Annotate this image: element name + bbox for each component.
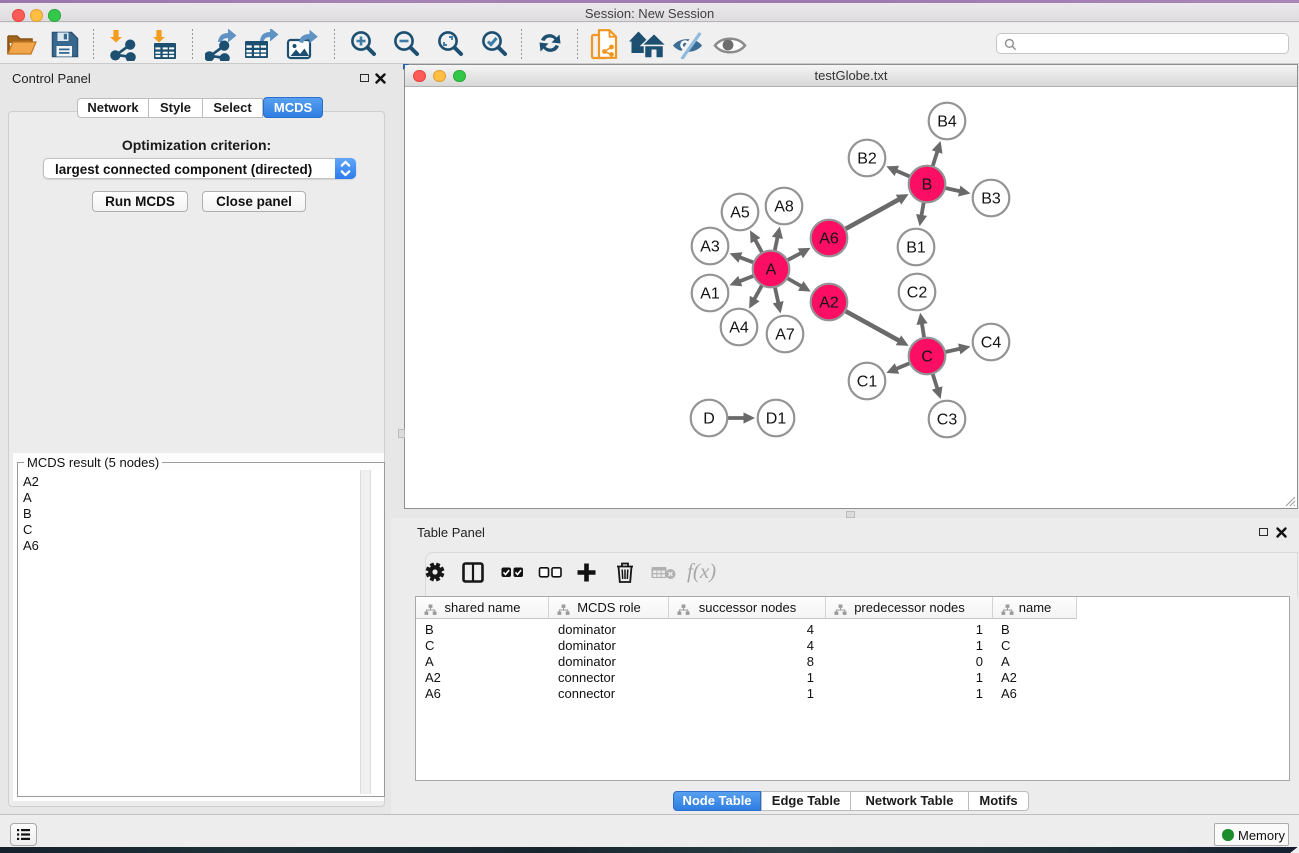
svg-text:C1: C1 bbox=[857, 374, 878, 391]
svg-text:D1: D1 bbox=[766, 411, 787, 428]
svg-text:B2: B2 bbox=[857, 151, 877, 168]
svg-text:C2: C2 bbox=[907, 285, 928, 302]
svg-text:A7: A7 bbox=[775, 327, 795, 344]
svg-text:A2: A2 bbox=[819, 295, 839, 312]
svg-text:B1: B1 bbox=[906, 240, 926, 257]
svg-text:A6: A6 bbox=[819, 231, 839, 248]
svg-text:C: C bbox=[921, 349, 933, 366]
svg-text:C4: C4 bbox=[981, 335, 1002, 352]
svg-text:A3: A3 bbox=[700, 239, 720, 256]
svg-text:A5: A5 bbox=[730, 205, 750, 222]
svg-text:A8: A8 bbox=[774, 199, 794, 216]
svg-text:C3: C3 bbox=[937, 412, 958, 429]
svg-text:D: D bbox=[703, 411, 715, 428]
svg-text:A1: A1 bbox=[700, 286, 720, 303]
svg-text:B3: B3 bbox=[981, 191, 1001, 208]
svg-text:A: A bbox=[766, 262, 777, 279]
svg-text:B4: B4 bbox=[937, 114, 957, 131]
svg-text:A4: A4 bbox=[729, 320, 749, 337]
svg-text:B: B bbox=[922, 177, 933, 194]
